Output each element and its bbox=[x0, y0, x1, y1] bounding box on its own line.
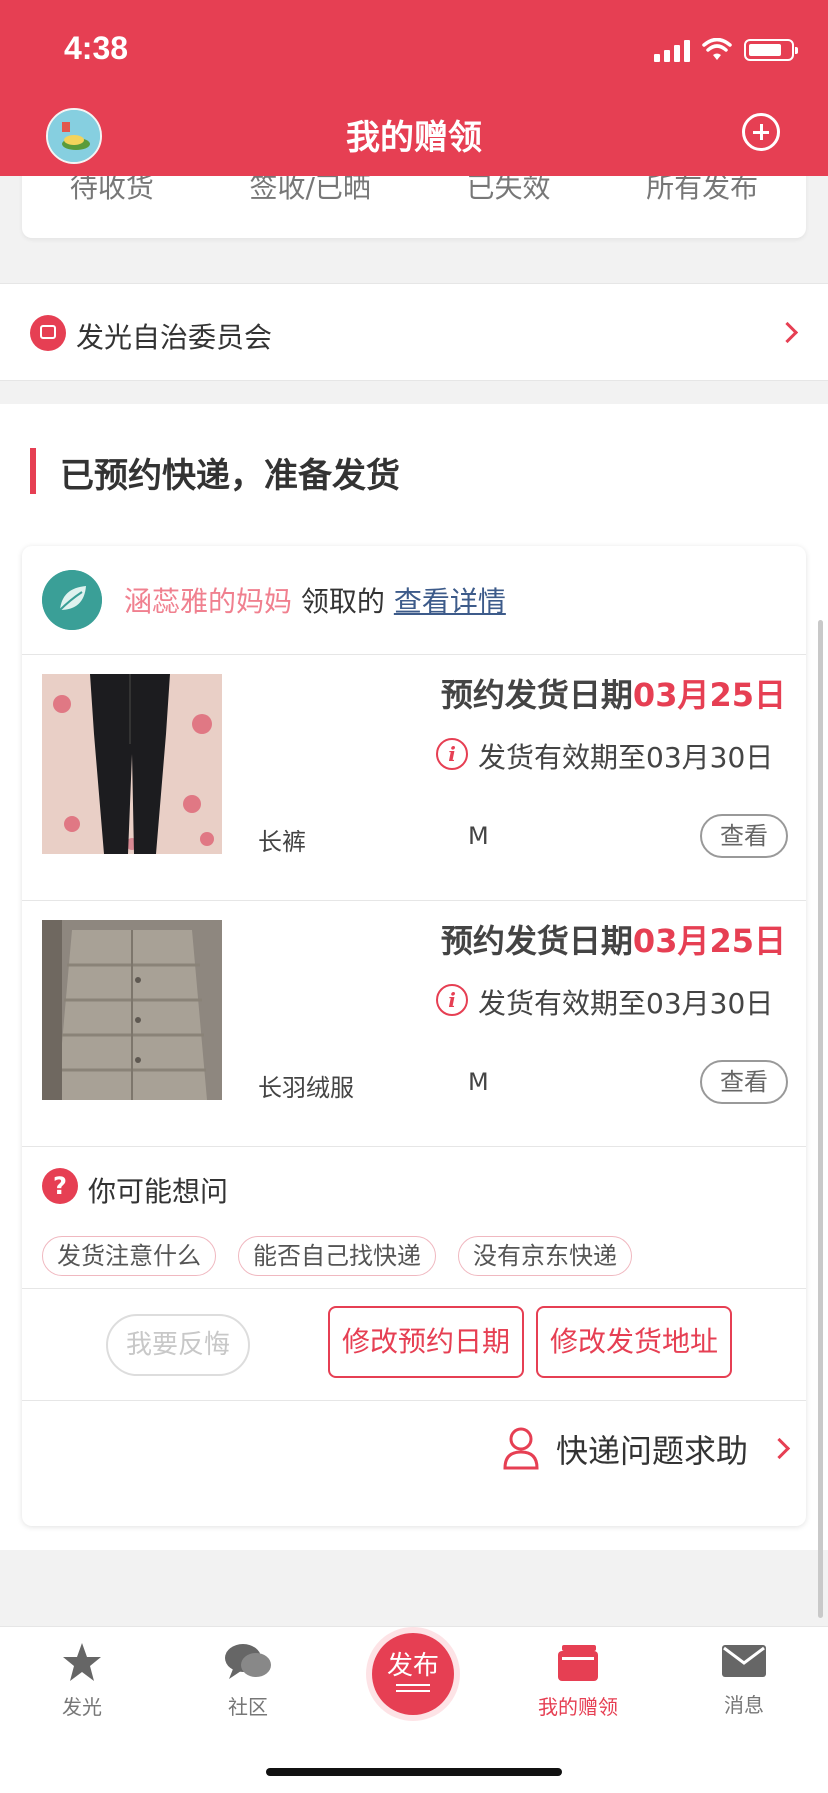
committee-row[interactable]: 发光自治委员会 bbox=[0, 283, 828, 381]
tab-label: 消息 bbox=[724, 1693, 764, 1717]
star-icon bbox=[63, 1643, 101, 1681]
chat-bubbles-icon bbox=[225, 1644, 271, 1679]
view-item-button[interactable]: 查看 bbox=[700, 814, 788, 858]
courier-help-label: 快递问题求助 bbox=[556, 1432, 749, 1470]
status-time: 4:38 bbox=[64, 30, 129, 66]
faq-title: 你可能想问 bbox=[88, 1175, 229, 1208]
app-header: 4:38 我的赠领 bbox=[0, 0, 828, 176]
item-photo-down-coat[interactable] bbox=[42, 920, 222, 1100]
courier-help-row[interactable]: 快递问题求助 bbox=[22, 1400, 806, 1500]
info-icon: i bbox=[436, 738, 468, 770]
claimer-name[interactable]: 涵蕊雅的妈妈 bbox=[124, 585, 292, 618]
scheduled-ship-date: 预约发货日期03月25日 bbox=[441, 670, 786, 716]
faq-chip-no-jd-courier[interactable]: 没有京东快递 bbox=[458, 1236, 632, 1276]
regret-button[interactable]: 我要反悔 bbox=[106, 1314, 250, 1376]
tab-my-gifts[interactable]: 我的赠领 bbox=[518, 1641, 638, 1720]
status-icons bbox=[654, 36, 798, 64]
view-details-link[interactable]: 查看详情 bbox=[394, 585, 506, 618]
chevron-right-icon bbox=[768, 1437, 791, 1460]
faq-section: ? 你可能想问 发货注意什么 能否自己找快递 没有京东快递 bbox=[22, 1144, 806, 1289]
ship-date-label: 预约发货日期 bbox=[440, 922, 633, 960]
person-icon bbox=[503, 1427, 539, 1470]
order-item: 预约发货日期03月25日 i 发货有效期至03月30日 长羽绒服 M 查看 bbox=[22, 900, 806, 1147]
change-date-button[interactable]: 修改预约日期 bbox=[328, 1306, 524, 1378]
tab-label: 发光 bbox=[62, 1695, 102, 1719]
info-icon: i bbox=[436, 984, 468, 1016]
tab-messages[interactable]: 消息 bbox=[684, 1641, 804, 1718]
item-photo-pants[interactable] bbox=[42, 674, 222, 854]
chevron-right-icon bbox=[776, 321, 799, 344]
order-item: 预约发货日期03月25日 i 发货有效期至03月30日 长裤 M 查看 bbox=[22, 654, 806, 901]
tab-faguang[interactable]: 发光 bbox=[22, 1641, 142, 1720]
item-name: 长裤 bbox=[258, 828, 306, 856]
page-title: 我的赠领 bbox=[346, 118, 482, 158]
claimer-row: 涵蕊雅的妈妈 领取的 查看详情 bbox=[22, 546, 806, 655]
publish-icon bbox=[396, 1684, 430, 1692]
order-section: 已预约快递，准备发货 涵蕊雅的妈妈 领取的 查看详情 预约发货日期03月25日 … bbox=[0, 404, 828, 1550]
committee-label: 发光自治委员会 bbox=[76, 321, 273, 354]
ship-date-label: 预约发货日期 bbox=[440, 676, 633, 714]
tab-community[interactable]: 社区 bbox=[188, 1641, 308, 1720]
tab-label: 社区 bbox=[228, 1695, 268, 1719]
envelope-icon bbox=[722, 1645, 766, 1677]
publish-button[interactable]: 发布 bbox=[372, 1633, 454, 1715]
faq-chip-own-courier[interactable]: 能否自己找快递 bbox=[238, 1236, 436, 1276]
committee-icon bbox=[30, 315, 66, 351]
cellular-signal-icon bbox=[654, 38, 690, 62]
ship-validity-text: 发货有效期至03月30日 bbox=[478, 741, 774, 774]
wifi-icon bbox=[702, 38, 732, 60]
home-indicator[interactable] bbox=[266, 1768, 562, 1776]
battery-icon bbox=[744, 39, 798, 61]
item-name: 长羽绒服 bbox=[258, 1074, 354, 1102]
order-actions: 我要反悔 修改预约日期 修改发货地址 bbox=[22, 1288, 806, 1401]
section-title: 已预约快递，准备发货 bbox=[60, 456, 400, 496]
ship-validity-text: 发货有效期至03月30日 bbox=[478, 987, 774, 1020]
scheduled-ship-date: 预约发货日期03月25日 bbox=[441, 916, 786, 962]
section-accent-bar bbox=[30, 448, 36, 494]
change-address-button[interactable]: 修改发货地址 bbox=[536, 1306, 732, 1378]
ship-date-value: 03月25日 bbox=[632, 922, 786, 960]
gift-box-icon bbox=[558, 1645, 598, 1681]
ship-date-value: 03月25日 bbox=[632, 676, 786, 714]
publish-label: 发布 bbox=[386, 1651, 439, 1681]
scrollbar[interactable] bbox=[818, 620, 823, 1618]
tab-label: 我的赠领 bbox=[538, 1695, 618, 1719]
order-card: 涵蕊雅的妈妈 领取的 查看详情 预约发货日期03月25日 i 发货有效期至03月… bbox=[22, 546, 806, 1526]
item-size: M bbox=[468, 1068, 489, 1096]
item-size: M bbox=[468, 822, 489, 850]
question-icon: ? bbox=[42, 1168, 78, 1204]
add-plus-icon[interactable] bbox=[742, 113, 780, 151]
view-item-button[interactable]: 查看 bbox=[700, 1060, 788, 1104]
claimer-verb: 领取的 bbox=[300, 585, 385, 618]
claimer-avatar bbox=[42, 570, 102, 630]
faq-chip-shipping-notes[interactable]: 发货注意什么 bbox=[42, 1236, 216, 1276]
